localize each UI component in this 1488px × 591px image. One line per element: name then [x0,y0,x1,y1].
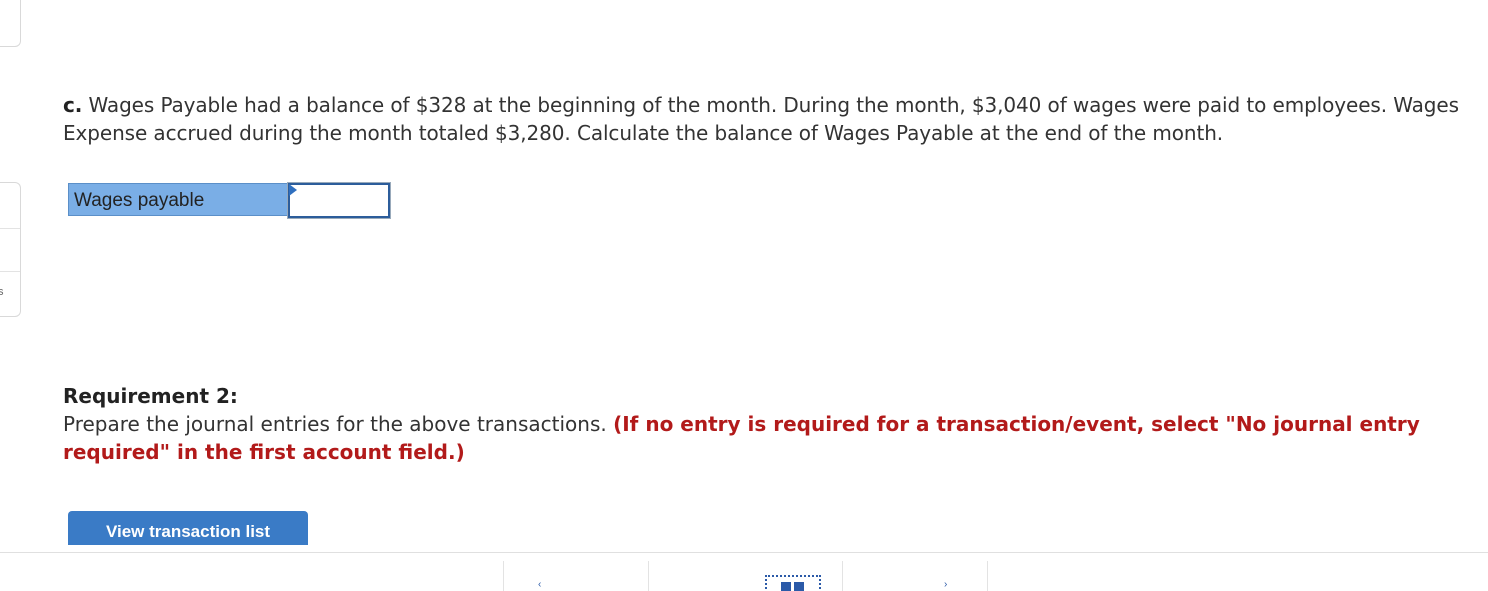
question-text: c. Wages Payable had a balance of $328 a… [63,91,1473,147]
wages-payable-label: Wages payable [68,183,288,216]
cell-flag-icon [289,184,297,196]
answer-table: Wages payable [68,182,391,219]
side-tab-label: s [0,286,4,298]
question-body: Wages Payable had a balance of $328 at t… [63,93,1459,145]
bottom-nav-bar: ‹ › [0,552,1488,591]
nav-separator [987,561,988,591]
side-divider [0,271,20,272]
requirement-instruction: Prepare the journal entries for the abov… [63,410,1423,466]
view-transaction-list-button[interactable]: View transaction list [68,511,308,545]
nav-separator [648,561,649,591]
side-divider [0,228,20,229]
nav-separator [503,561,504,591]
wages-payable-input[interactable] [287,182,391,219]
grid-view-icon[interactable] [765,575,821,591]
requirement-title: Requirement 2: [63,384,238,408]
nav-separator [842,561,843,591]
side-panel-top [0,0,21,47]
prev-arrow-icon[interactable]: ‹ [538,579,548,590]
question-prefix: c. [63,93,83,117]
answer-cell [287,182,391,219]
requirement-text: Prepare the journal entries for the abov… [63,412,614,436]
next-arrow-icon[interactable]: › [944,579,954,590]
